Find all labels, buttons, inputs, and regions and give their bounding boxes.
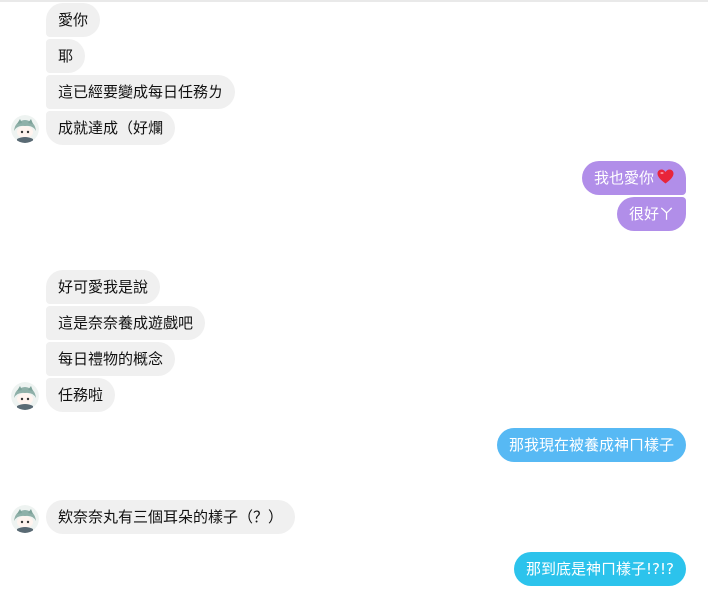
incoming-message[interactable]: 每日禮物的概念 bbox=[46, 342, 176, 376]
incoming-message[interactable]: 好可愛我是說 bbox=[46, 270, 161, 304]
heart-emoji-icon bbox=[657, 162, 674, 196]
contact-avatar[interactable] bbox=[11, 505, 39, 533]
incoming-message[interactable]: 這已經要變成每日任務ㄌ bbox=[46, 75, 236, 109]
outgoing-message[interactable]: 很好ㄚ bbox=[616, 197, 686, 231]
incoming-message[interactable]: 成就達成（好爛 bbox=[46, 111, 176, 145]
incoming-message[interactable]: 任務啦 bbox=[46, 378, 116, 412]
outgoing-message[interactable]: 那我現在被養成神ㄇ樣子 bbox=[496, 428, 686, 462]
incoming-message[interactable]: 這是奈奈養成遊戲吧 bbox=[46, 306, 206, 340]
incoming-message[interactable]: 欸奈奈丸有三個耳朵的樣子（？） bbox=[46, 500, 296, 534]
avatar-character-icon bbox=[11, 115, 39, 143]
contact-avatar[interactable] bbox=[11, 115, 39, 143]
outgoing-message[interactable]: 我也愛你 bbox=[581, 161, 686, 196]
avatar-character-icon bbox=[11, 382, 39, 410]
avatar-character-icon bbox=[11, 505, 39, 533]
incoming-message[interactable]: 耶 bbox=[46, 39, 86, 73]
incoming-message[interactable]: 愛你 bbox=[46, 3, 101, 37]
top-divider bbox=[0, 0, 708, 2]
contact-avatar[interactable] bbox=[11, 382, 39, 410]
message-text: 我也愛你 bbox=[593, 169, 654, 187]
outgoing-message[interactable]: 那到底是神ㄇ樣子!?!? bbox=[514, 552, 686, 586]
